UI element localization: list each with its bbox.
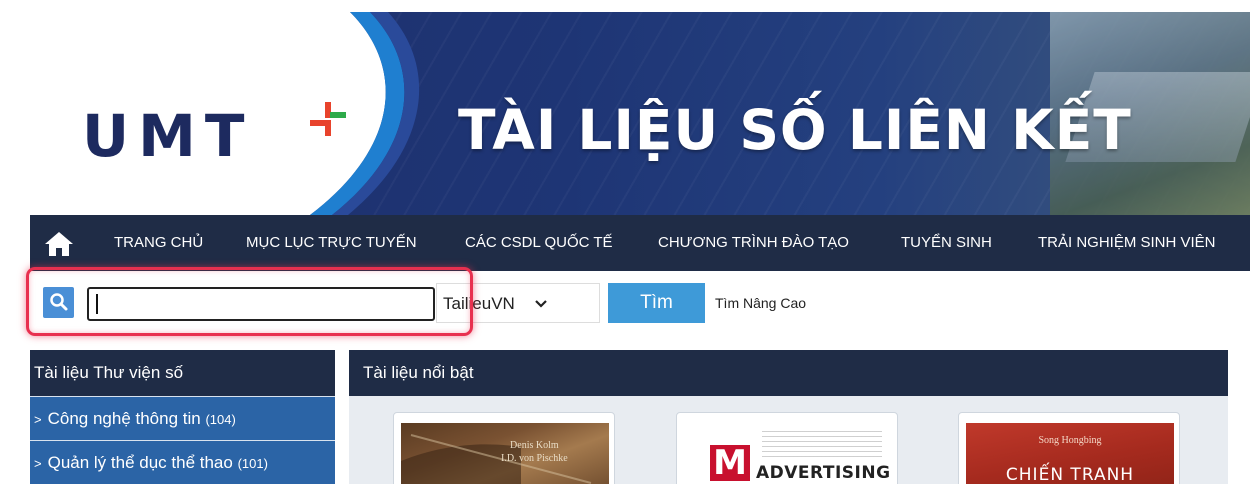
digital-library-sidebar: Tài liệu Thư viện số > Công nghệ thông ti… [30,350,335,484]
search-icon-button[interactable] [43,287,74,318]
advanced-search-link[interactable]: Tìm Nâng Cao [715,283,806,323]
cover-text-lines [762,431,882,457]
search-icon [50,293,68,311]
book-card[interactable]: Song Hongbing CHIẾN TRANH [958,412,1180,484]
sidebar-item-count: (104) [205,412,236,427]
cover-letter: M [710,445,750,481]
nav-item-admissions[interactable]: TUYỂN SINH [901,215,992,271]
cover-author: Song Hongbing [1038,435,1102,446]
cover-line: Denis Kolm [510,440,559,451]
nav-item-student-experience[interactable]: TRẢI NGHIỆM SINH VIÊN [1038,215,1216,271]
nav-item-international-db[interactable]: CÁC CSDL QUỐC TẾ [465,215,613,271]
main-nav: TRANG CHỦ MỤC LỤC TRỰC TUYẾN CÁC CSDL QU… [30,215,1250,271]
book-card[interactable]: Denis Kolm I.D. von Pischke [393,412,615,484]
book-card[interactable]: M ADVERTISING [676,412,898,484]
chevron-right-icon: > [34,456,42,471]
nav-item-programs[interactable]: CHƯƠNG TRÌNH ĐÀO TẠO [658,215,849,271]
book-cover: M ADVERTISING [684,423,892,484]
home-icon[interactable] [44,231,74,257]
featured-documents: Tài liệu nổi bật Denis Kolm I.D. von Pis… [349,350,1228,484]
book-cover: Song Hongbing CHIẾN TRANH [966,423,1174,484]
sidebar-item-sports-management[interactable]: > Quản lý thể dục thể thao (101) [30,440,335,484]
chevron-right-icon: > [34,412,42,427]
sidebar-item-label: Quản lý thể dục thể thao [47,453,233,472]
banner-title: TÀI LIỆU SỐ LIÊN KẾT [458,98,1132,162]
source-select-value: TailieuVN [443,294,515,313]
nav-item-online-catalog[interactable]: MỤC LỤC TRỰC TUYẾN [246,215,417,271]
sidebar-title: Tài liệu Thư viện số [30,350,335,396]
book-cover: Denis Kolm I.D. von Pischke [401,423,609,484]
site-banner: UMT TÀI LIỆU SỐ LIÊN KẾT [10,12,1250,215]
featured-title: Tài liệu nổi bật [349,350,1228,396]
cover-title: CHIẾN TRANH [1005,465,1135,484]
search-submit-button[interactable]: Tìm [608,283,705,323]
nav-item-home[interactable]: TRANG CHỦ [114,215,203,271]
cover-title: ADVERTISING [756,463,891,483]
source-select[interactable]: TailieuVN [436,283,600,323]
cover-line: I.D. von Pischke [501,453,568,464]
logo-text: UMT [82,102,254,170]
search-bar: TailieuVN Tìm Tìm Nâng Cao [0,271,1250,339]
chevron-down-icon [535,300,547,308]
sidebar-item-it[interactable]: > Công nghệ thông tin (104) [30,396,335,440]
sidebar-item-count: (101) [237,456,268,471]
logo-plus-icon [310,102,346,136]
umt-logo[interactable]: UMT [82,96,346,176]
search-input[interactable] [87,287,435,321]
sidebar-item-label: Công nghệ thông tin [47,409,201,428]
text-cursor [96,294,98,314]
